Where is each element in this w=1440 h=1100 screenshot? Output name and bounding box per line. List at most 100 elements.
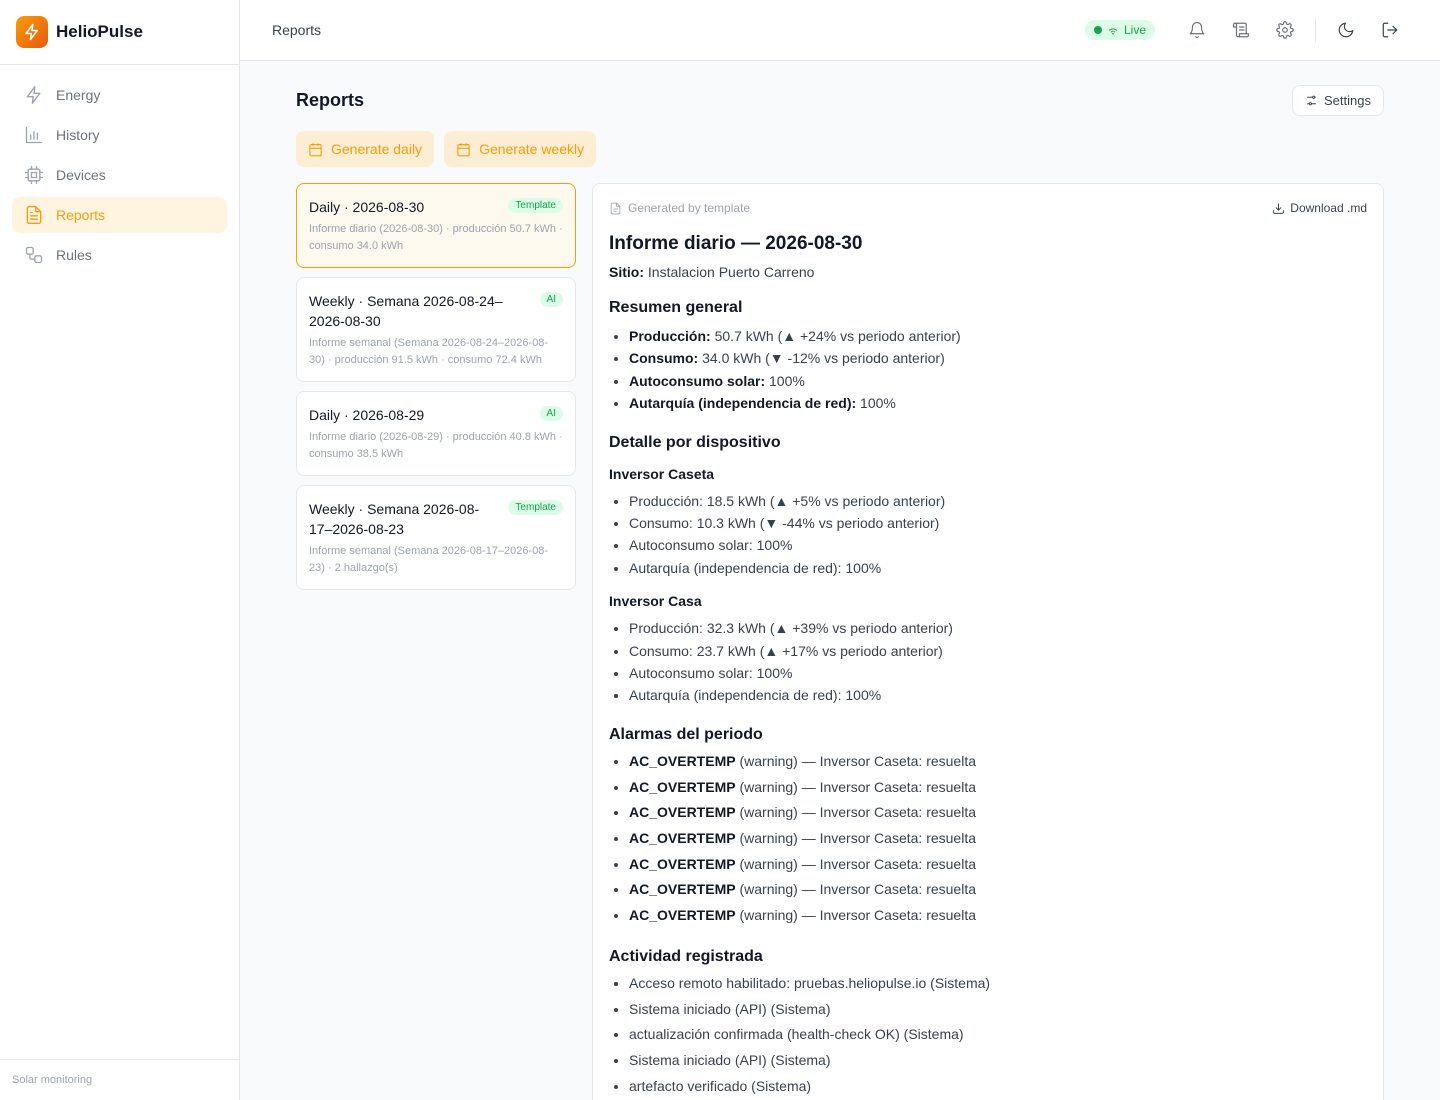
wifi-icon — [1108, 28, 1117, 35]
device-list: Producción: 18.5 kWh (▲ +5% vs periodo a… — [609, 490, 1367, 580]
item-value: 34.0 kWh (▼ -12% vs periodo anterior) — [702, 350, 945, 367]
report-summary: Informe semanal (Semana 2026-08-17–2026-… — [309, 545, 549, 574]
report-title: Weekly · Semana 2026-08-24–2026-08-30 — [309, 293, 503, 329]
list-item: Autarquía (independencia de red): 100% — [629, 557, 1367, 579]
item-label: Producción: — [629, 328, 711, 344]
brand[interactable]: HelioPulse — [0, 0, 239, 65]
gear-icon — [1276, 21, 1294, 39]
settings-gear-button[interactable] — [1267, 12, 1303, 48]
bar-chart-icon — [25, 126, 43, 144]
device-name: Inversor Casa — [609, 593, 702, 610]
device-name: Inversor Caseta — [609, 465, 715, 482]
list-item: AC_OVERTEMP (warning) — Inversor Caseta:… — [629, 749, 1367, 775]
generated-by-label: Generated by template — [628, 201, 751, 215]
bell-icon — [1189, 21, 1205, 39]
alarm-code: AC_OVERTEMP — [629, 907, 736, 924]
list-item: AC_OVERTEMP (warning) — Inversor Caseta:… — [629, 800, 1367, 826]
list-item: Producción: 50.7 kWh (▲ +24% vs periodo … — [629, 325, 1367, 347]
list-item: artefacto verificado (Sistema) — [629, 1074, 1367, 1100]
sliders-icon — [1307, 95, 1316, 106]
bolt-logo-icon — [16, 16, 48, 48]
generate-daily-button[interactable]: Generate daily — [296, 131, 435, 167]
generate-weekly-button[interactable]: Generate weekly — [444, 131, 597, 167]
workflow-icon — [25, 246, 43, 264]
list-item: AC_OVERTEMP (warning) — Inversor Caseta:… — [629, 903, 1367, 929]
alarms-list: AC_OVERTEMP (warning) — Inversor Caseta:… — [609, 749, 1367, 929]
report-source-badge: AI — [539, 292, 563, 307]
theme-toggle-button[interactable] — [1328, 12, 1364, 48]
alarm-code: AC_OVERTEMP — [629, 804, 736, 821]
moon-icon — [1338, 22, 1354, 38]
report-title: Daily · 2026-08-29 — [309, 407, 425, 423]
report-card[interactable]: Weekly · Semana 2026-08-24–2026-08-30 AI… — [296, 277, 576, 382]
generate-weekly-label: Generate weekly — [479, 141, 585, 157]
report-summary: Informe diario (2026-08-30) · producción… — [309, 223, 563, 252]
generated-by: Generated by template — [609, 201, 750, 215]
sidebar-item-devices[interactable]: Devices — [12, 157, 227, 193]
sidebar-item-energy[interactable]: Energy — [12, 77, 227, 113]
list-item: Autoconsumo solar: 100% — [629, 370, 1367, 392]
sidebar-item-label: Energy — [56, 87, 101, 103]
report-card[interactable]: Daily · 2026-08-30 Template Informe diar… — [296, 183, 576, 268]
report-title: Weekly · Semana 2026-08-17–2026-08-23 — [309, 501, 480, 537]
activity-heading: Actividad registrada — [609, 947, 763, 965]
alarms-heading: Alarmas del periodo — [609, 725, 763, 743]
report-card[interactable]: Weekly · Semana 2026-08-17–2026-08-23 Te… — [296, 485, 576, 590]
alarm-text: (warning) — Inversor Caseta: resuelta — [739, 829, 977, 846]
site-label: Sitio: — [609, 264, 644, 280]
report-summary: Informe diario (2026-08-29) · producción… — [309, 431, 563, 460]
item-label: Consumo: — [629, 350, 699, 367]
item-value: 50.7 kWh (▲ +24% vs periodo anterior) — [714, 328, 961, 344]
list-item: AC_OVERTEMP (warning) — Inversor Caseta:… — [629, 826, 1367, 852]
alarm-code: AC_OVERTEMP — [629, 778, 736, 795]
list-item: Sistema iniciado (API) (Sistema) — [629, 997, 1367, 1023]
logout-button[interactable] — [1372, 12, 1408, 48]
devices-heading: Detalle por dispositivo — [609, 433, 781, 451]
sidebar-item-rules[interactable]: Rules — [12, 237, 227, 273]
settings-button[interactable]: Settings — [1292, 85, 1384, 116]
sidebar-item-label: Devices — [56, 167, 106, 183]
logs-button[interactable] — [1223, 12, 1259, 48]
report-source-badge: AI — [539, 406, 563, 421]
report-summary: Informe semanal (Semana 2026-08-24–2026-… — [309, 337, 549, 366]
sidebar-item-reports[interactable]: Reports — [12, 197, 227, 233]
list-item: Autoconsumo solar: 100% — [629, 662, 1367, 684]
list-item: Autarquía (independencia de red): 100% — [629, 684, 1367, 706]
alarm-text: (warning) — Inversor Caseta: resuelta — [739, 907, 977, 924]
report-detail: Generated by template Download .md Infor… — [592, 183, 1384, 1100]
report-markdown: Informe diario — 2026-08-30 Sitio: Insta… — [609, 233, 1367, 1099]
alarm-text: (warning) — Inversor Caseta: resuelta — [739, 778, 977, 795]
generate-actions: Generate daily Generate weekly — [296, 131, 597, 167]
list-item: Sistema iniciado (API) (Sistema) — [629, 1048, 1367, 1074]
page-title: Reports — [296, 90, 365, 110]
list-item: Producción: 18.5 kWh (▲ +5% vs periodo a… — [629, 490, 1367, 512]
report-heading: Informe diario — 2026-08-30 — [609, 233, 863, 254]
cpu-icon — [25, 166, 43, 184]
file-icon — [610, 202, 621, 214]
download-md-button[interactable]: Download .md — [1272, 201, 1367, 215]
report-card[interactable]: Daily · 2026-08-29 AI Informe diario (20… — [296, 391, 576, 476]
site-value: Instalacion Puerto Carreno — [647, 264, 815, 280]
report-title: Daily · 2026-08-30 — [309, 199, 425, 215]
sidebar-item-label: History — [56, 127, 100, 143]
list-item: Autoconsumo solar: 100% — [629, 534, 1367, 556]
live-label: Live — [1123, 23, 1146, 37]
download-label: Download .md — [1290, 201, 1367, 215]
report-source-badge: Template — [508, 198, 563, 213]
sidebar-nav: Energy History Devices Reports Rules — [0, 65, 239, 289]
item-value: 100% — [860, 395, 896, 412]
sidebar-item-label: Reports — [56, 207, 106, 223]
item-value: 100% — [769, 372, 805, 389]
live-status-badge: Live — [1084, 20, 1155, 40]
brand-name: HelioPulse — [56, 22, 143, 41]
generate-daily-label: Generate daily — [331, 141, 423, 157]
sidebar-item-history[interactable]: History — [12, 117, 227, 153]
list-item: actualización confirmada (health-check O… — [629, 1022, 1367, 1048]
alarm-text: (warning) — Inversor Caseta: resuelta — [739, 804, 977, 821]
settings-button-label: Settings — [1324, 93, 1371, 108]
bolt-icon — [26, 86, 41, 105]
document-icon — [26, 206, 42, 224]
notifications-button[interactable] — [1179, 12, 1215, 48]
list-item: AC_OVERTEMP (warning) — Inversor Caseta:… — [629, 852, 1367, 878]
logout-icon — [1382, 22, 1398, 38]
